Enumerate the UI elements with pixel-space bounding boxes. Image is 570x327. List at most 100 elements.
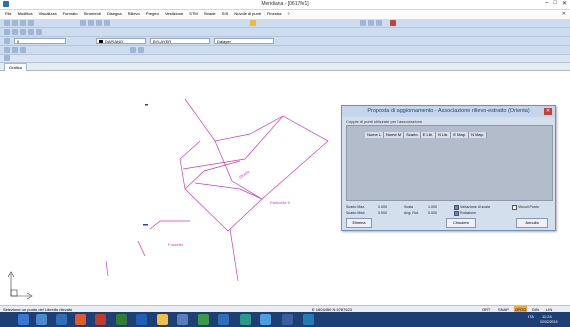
color-value: DAPIANO <box>105 39 124 44</box>
vincoli-punto-checkbox[interactable] <box>512 205 517 210</box>
move-icon[interactable] <box>4 47 10 53</box>
menu-strumenti[interactable]: Strumenti <box>84 10 101 18</box>
pan-icon[interactable] <box>376 20 382 26</box>
menu-disegna[interactable]: Disegna <box>107 10 122 18</box>
print-icon[interactable] <box>28 20 34 26</box>
menu-formato[interactable]: Formato <box>63 10 78 18</box>
zoom-in-icon[interactable] <box>360 20 366 26</box>
pdf-icon[interactable] <box>95 314 106 325</box>
cut-icon[interactable] <box>80 20 86 26</box>
color-select[interactable]: DAPIANO <box>96 38 146 44</box>
explorer-icon[interactable] <box>56 314 67 325</box>
trim-icon[interactable] <box>130 47 136 53</box>
parcel-line <box>214 140 263 200</box>
layers-icon[interactable] <box>4 55 10 61</box>
ie-icon[interactable] <box>36 314 47 325</box>
survey-point <box>145 104 148 106</box>
variazione-scala-checkbox[interactable] <box>454 205 459 210</box>
menu-finestra[interactable]: Finestra <box>267 10 281 18</box>
col-e-lib[interactable]: E Lib. <box>420 132 436 138</box>
scale-icon[interactable] <box>20 47 26 53</box>
rotazione-checkbox[interactable] <box>454 211 459 216</box>
color-swatch <box>99 40 103 44</box>
circle-icon[interactable] <box>20 29 26 35</box>
meridiana-task-icon[interactable] <box>282 314 293 325</box>
app-icon-6[interactable] <box>260 314 271 325</box>
close-button[interactable]: ✕ <box>562 0 567 7</box>
word-icon[interactable] <box>136 314 147 325</box>
chiudere-button[interactable]: Chiudere <box>446 218 476 228</box>
group-label: Coppie di punti utilizzate per l'associa… <box>346 119 423 124</box>
annulla-button[interactable]: Annulla <box>516 218 548 228</box>
menu-vestizione[interactable]: Vestizione <box>165 10 183 18</box>
col-nome-m[interactable]: Nome M <box>384 132 405 138</box>
menu-pregeo[interactable]: Pregeo <box>146 10 159 18</box>
col-n-map[interactable]: N Map. <box>469 132 487 138</box>
menu-strade[interactable]: Strade <box>204 10 216 18</box>
grid-header: Nome L Nome M Scarto E Lib. N Lib. E Map… <box>365 132 487 138</box>
elimina-button[interactable]: Elimina <box>346 218 372 228</box>
media-icon[interactable] <box>75 314 86 325</box>
save-icon[interactable] <box>20 20 26 26</box>
open-icon[interactable] <box>12 20 18 26</box>
excel-icon[interactable] <box>116 314 127 325</box>
maximize-button[interactable]: □ <box>553 0 557 7</box>
window-title: Meridiana - [0617fe1] <box>261 1 309 7</box>
app-icon-3[interactable] <box>198 314 209 325</box>
taskbar: ITA 11:24 02/02/2015 <box>0 312 570 327</box>
extents-icon[interactable] <box>390 20 396 26</box>
lineweight-select[interactable]: Dalayer <box>214 38 274 44</box>
new-icon[interactable] <box>4 20 10 26</box>
menu-nuvole[interactable]: Nuvole di punti <box>234 10 260 18</box>
copy-icon[interactable] <box>88 20 94 26</box>
drawing-label: Particella 5 <box>270 200 291 205</box>
menu-rilievo[interactable]: Rilievo <box>128 10 140 18</box>
menu-help[interactable]: ? <box>288 10 290 18</box>
col-scarto[interactable]: Scarto <box>404 132 421 138</box>
menu-modifica[interactable]: Modifica <box>18 10 33 18</box>
lang-indicator[interactable]: ITA <box>528 314 534 319</box>
folder-icon[interactable] <box>157 314 168 325</box>
extend-icon[interactable] <box>138 47 144 53</box>
text-icon[interactable] <box>36 29 42 35</box>
survey-point <box>143 224 148 226</box>
undo-icon[interactable] <box>104 20 110 26</box>
col-nome-l[interactable]: Nome L <box>365 132 385 138</box>
ucs-icon <box>7 271 33 300</box>
paste-icon[interactable] <box>96 20 102 26</box>
toolbar-properties: 0 DAPIANO BYLAYER Dalayer <box>0 37 570 46</box>
scarto-max-value: 0.000 <box>378 205 387 209</box>
col-e-map[interactable]: E Map. <box>451 132 470 138</box>
doc-close-icon[interactable]: ✕ <box>562 10 566 18</box>
dialog-close-button[interactable]: ✕ <box>544 108 552 115</box>
road-line <box>229 228 239 282</box>
app-icon-5[interactable] <box>240 314 251 325</box>
measure-icon[interactable] <box>250 20 256 26</box>
linetype-select[interactable]: BYLAYER <box>150 38 210 44</box>
tab-grafica[interactable]: Grafica <box>4 63 27 71</box>
arc-icon[interactable] <box>28 29 34 35</box>
point-pairs-grid[interactable]: Nome L Nome M Scarto E Lib. N Lib. E Map… <box>346 125 553 201</box>
menu-file[interactable]: File <box>5 10 11 18</box>
scala-value: 1.000 <box>428 205 437 209</box>
menu-sis[interactable]: SIS <box>222 10 228 18</box>
rotate-icon[interactable] <box>12 47 18 53</box>
layer-manager-icon[interactable] <box>4 38 10 44</box>
app-icon-4[interactable] <box>218 314 229 325</box>
menu-visualizza[interactable]: Visualizza <box>39 10 57 18</box>
minimize-button[interactable]: – <box>545 0 548 7</box>
app-icon-7[interactable] <box>303 314 314 325</box>
layer-select[interactable]: 0 <box>14 38 66 44</box>
line-icon[interactable] <box>4 29 10 35</box>
toolbar-extra <box>0 55 570 63</box>
app-icon-2[interactable] <box>177 314 188 325</box>
menu-stm[interactable]: STM <box>189 10 197 18</box>
col-n-lib[interactable]: N Lib. <box>435 132 452 138</box>
polyline-icon[interactable] <box>12 29 18 35</box>
clock-date: 02/02/2015 <box>540 320 558 324</box>
start-icon[interactable] <box>18 314 29 325</box>
scarto-max-label: Scarto Max. <box>346 205 366 209</box>
window-controls: – □ ✕ <box>545 0 567 7</box>
zoom-out-icon[interactable] <box>368 20 374 26</box>
ang-rot-label: Ang. Rot. <box>404 211 419 215</box>
